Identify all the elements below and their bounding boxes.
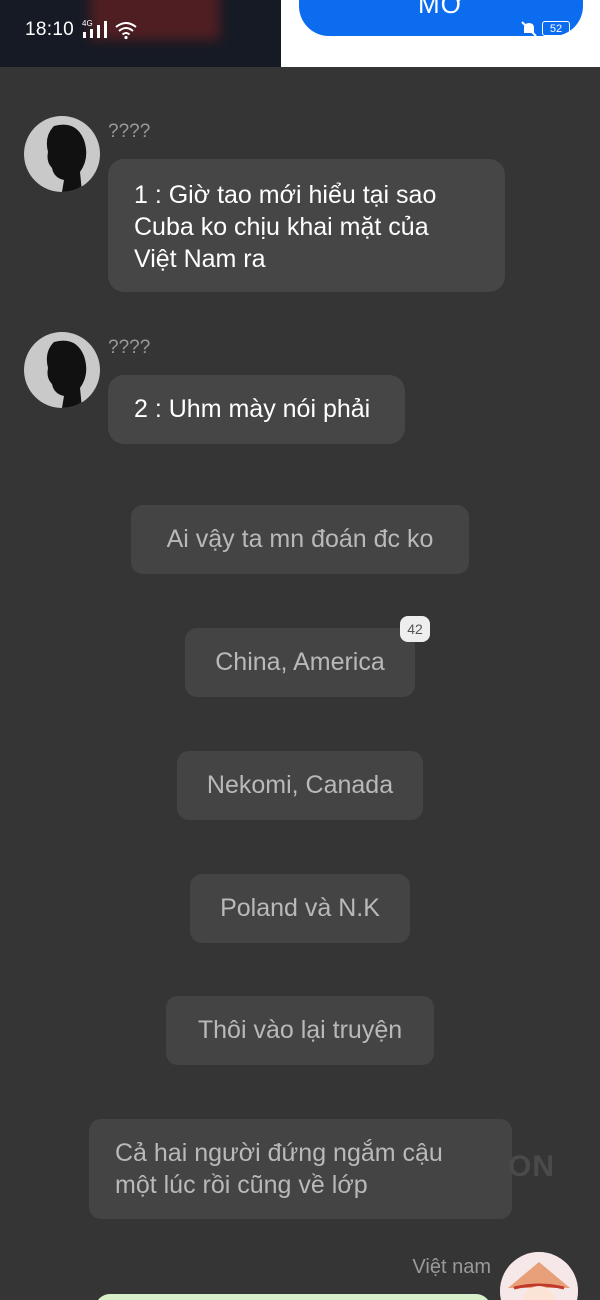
narration-text: Nekomi, Canada [206,771,394,799]
sender-name: ???? [108,121,151,142]
chat-story-screen: 18:10 4G MỞ 52 ???? 1: Giờ tao mới hiểu… [0,0,600,1300]
sender-name: ???? [108,337,151,358]
sender-avatar-right[interactable] [500,1252,578,1300]
status-bar: 18:10 4G [0,0,281,67]
character-avatar-icon [500,1252,578,1300]
sender-avatar[interactable] [24,116,100,192]
narration-box: Poland và N.K [190,874,410,943]
narration-box: Nekomi, Canada [177,751,423,820]
mute-icon [521,21,537,37]
sender-avatar[interactable] [24,332,100,408]
narration-box: Ai vậy ta mn đoán đc ko [131,505,469,574]
narration-box: Thôi vào lại truyện [166,996,434,1065]
status-time: 18:10 [25,19,75,40]
message-bubble: 2 : Uhm mày nói phải [108,375,405,444]
narration-text: Ai vậy ta mn đoán đc ko [166,525,434,553]
message-line: Cuba ko chịu khai mặt của [134,213,429,241]
silhouette-icon [46,124,87,192]
narration-line: Cả hai người đứng ngắm cậu [115,1139,443,1167]
narration-text: China, America [215,648,385,676]
top-bar: 18:10 4G MỞ 52 [0,0,600,67]
watermark: ON [508,1150,555,1183]
sender-name-right: Việt nam [412,1256,491,1278]
message-line: Việt Nam ra [134,245,266,273]
message-bubble: 1 : Giờ tao mới hiểu tại sao Cuba ko chị… [108,159,505,292]
wifi-icon [115,22,137,40]
narration-line: một lúc rồi cũng về lớp [115,1171,368,1199]
open-button[interactable]: MỞ 52 [299,0,583,37]
narration-box: China, America [185,628,415,697]
message-line: 1 : Giờ tao mới hiểu tại sao [134,181,437,209]
message-text: 2 : Uhm mày nói phải [134,395,371,423]
svg-text:4G: 4G [82,19,93,28]
open-button-label: MỞ [418,0,464,19]
signal-icon: 4G [82,19,107,38]
narration-text: Thôi vào lại truyện [197,1016,403,1044]
narration-text: Poland và N.K [220,894,380,922]
battery-icon: 52 [542,21,570,36]
comment-count-badge[interactable]: 42 [400,616,430,642]
silhouette-icon [46,340,87,408]
narration-box: Cả hai người đứng ngắm cậu một lúc rồi c… [89,1119,512,1219]
message-bubble-right [95,1294,491,1300]
